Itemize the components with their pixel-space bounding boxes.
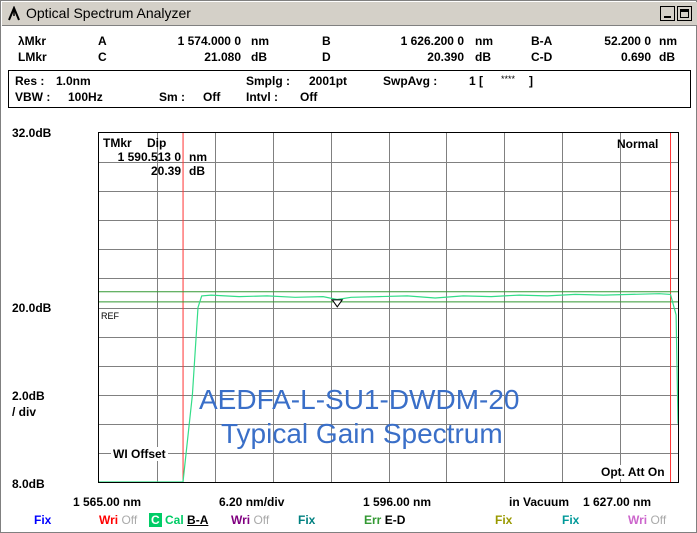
trace-f-status[interactable]: Err E-D	[364, 513, 405, 527]
x-medium-label: in Vacuum	[509, 495, 570, 509]
marker-c-unit: dB	[251, 50, 267, 64]
swpavg-value[interactable]: 1 [	[469, 74, 483, 88]
marker-cd-label: C-D	[531, 50, 553, 64]
title-bar: Optical Spectrum Analyzer	[2, 2, 697, 26]
tmkr-level: 20.39	[150, 164, 181, 178]
swpavg-progress: ****	[501, 74, 516, 84]
window-title: Optical Spectrum Analyzer	[26, 5, 191, 21]
vbw-label: VBW :	[15, 90, 51, 104]
intvl-value[interactable]: Off	[300, 90, 317, 104]
marker-cd-unit: dB	[659, 50, 675, 64]
dip-label: Dip	[147, 136, 167, 150]
trace-h-status[interactable]: Fix	[562, 513, 579, 527]
wl-offset-label: WI Offset	[111, 447, 168, 461]
smplg-value[interactable]: 2001pt	[309, 74, 347, 88]
y-ref-label: 20.0dB	[12, 301, 52, 315]
y-div-label: 2.0dB	[12, 389, 45, 403]
trace-g-status[interactable]: Fix	[495, 513, 512, 527]
opt-att-label: Opt. Att On	[599, 465, 667, 479]
x-right-label: 1 627.00 nm	[583, 495, 652, 509]
marker-b-unit: nm	[475, 34, 493, 48]
marker-ba-value: 52.200 0	[604, 34, 651, 48]
y-bottom-label: 8.0dB	[12, 477, 45, 491]
trace-d-status[interactable]: Wri Off	[231, 513, 269, 527]
overlay-subtitle: Typical Gain Spectrum	[221, 418, 503, 449]
trace-b-status[interactable]: Wri Off	[99, 513, 137, 527]
marker-c-value: 21.080	[204, 50, 241, 64]
ref-label: REF	[101, 311, 119, 321]
marker-b-label: B	[322, 34, 331, 48]
marker-ba-label: B-A	[531, 34, 553, 48]
sm-value[interactable]: Off	[203, 90, 220, 104]
tmkr-level-unit: dB	[189, 164, 205, 178]
spectrum-plot[interactable]: TMkr Dip 1 590.513 0 nm 20.39 dB Normal …	[98, 132, 679, 483]
settings-panel	[8, 70, 691, 108]
analyzer-window: Optical Spectrum Analyzer λMkr A 1 574.0…	[0, 0, 697, 533]
sm-label: Sm :	[159, 90, 186, 104]
marker-a-value: 1 574.000 0	[177, 34, 241, 48]
marker-d-value: 20.390	[427, 50, 464, 64]
res-label: Res :	[15, 74, 45, 88]
minimize-button[interactable]	[660, 6, 675, 21]
marker-c-label: C	[98, 50, 107, 64]
tmkr-wavelength-unit: nm	[189, 150, 207, 164]
smplg-label: Smplg :	[246, 74, 290, 88]
overlay-title: AEDFA-L-SU1-DWDM-20	[199, 384, 520, 415]
trace-c-status[interactable]: C Cal B-A	[149, 513, 208, 527]
maximize-button[interactable]	[677, 6, 692, 21]
marker-ba-unit: nm	[659, 34, 677, 48]
intvl-label: Intvl :	[246, 90, 278, 104]
marker-d-unit: dB	[475, 50, 491, 64]
level-marker-label: LMkr	[18, 50, 47, 64]
trace-a-status[interactable]: Fix	[34, 513, 51, 527]
x-div-label: 6.20 nm/div	[219, 495, 285, 509]
marker-b-value: 1 626.200 0	[400, 34, 464, 48]
res-value[interactable]: 1.0nm	[56, 74, 91, 88]
marker-a-label: A	[98, 34, 107, 48]
mode-label: Normal	[617, 137, 659, 151]
tmkr-label: TMkr	[103, 136, 132, 150]
wavelength-marker-label: λMkr	[18, 34, 47, 48]
marker-a-unit: nm	[251, 34, 269, 48]
y-top-label: 32.0dB	[12, 126, 52, 140]
x-left-label: 1 565.00 nm	[73, 495, 142, 509]
swpavg-label: SwpAvg :	[383, 74, 438, 88]
y-div-unit: / div	[12, 405, 37, 419]
vbw-value[interactable]: 100Hz	[68, 90, 103, 104]
marker-d-label: D	[322, 50, 331, 64]
trace-e-status[interactable]: Fix	[298, 513, 315, 527]
trace-i-status[interactable]: Wri Off	[628, 513, 666, 527]
trace-marker-dip[interactable]	[331, 299, 344, 308]
app-logo-icon	[8, 6, 20, 21]
tmkr-wavelength: 1 590.513 0	[117, 150, 181, 164]
x-center-label: 1 596.00 nm	[363, 495, 432, 509]
marker-cd-value: 0.690	[620, 50, 651, 64]
swpavg-close: ]	[529, 74, 533, 88]
